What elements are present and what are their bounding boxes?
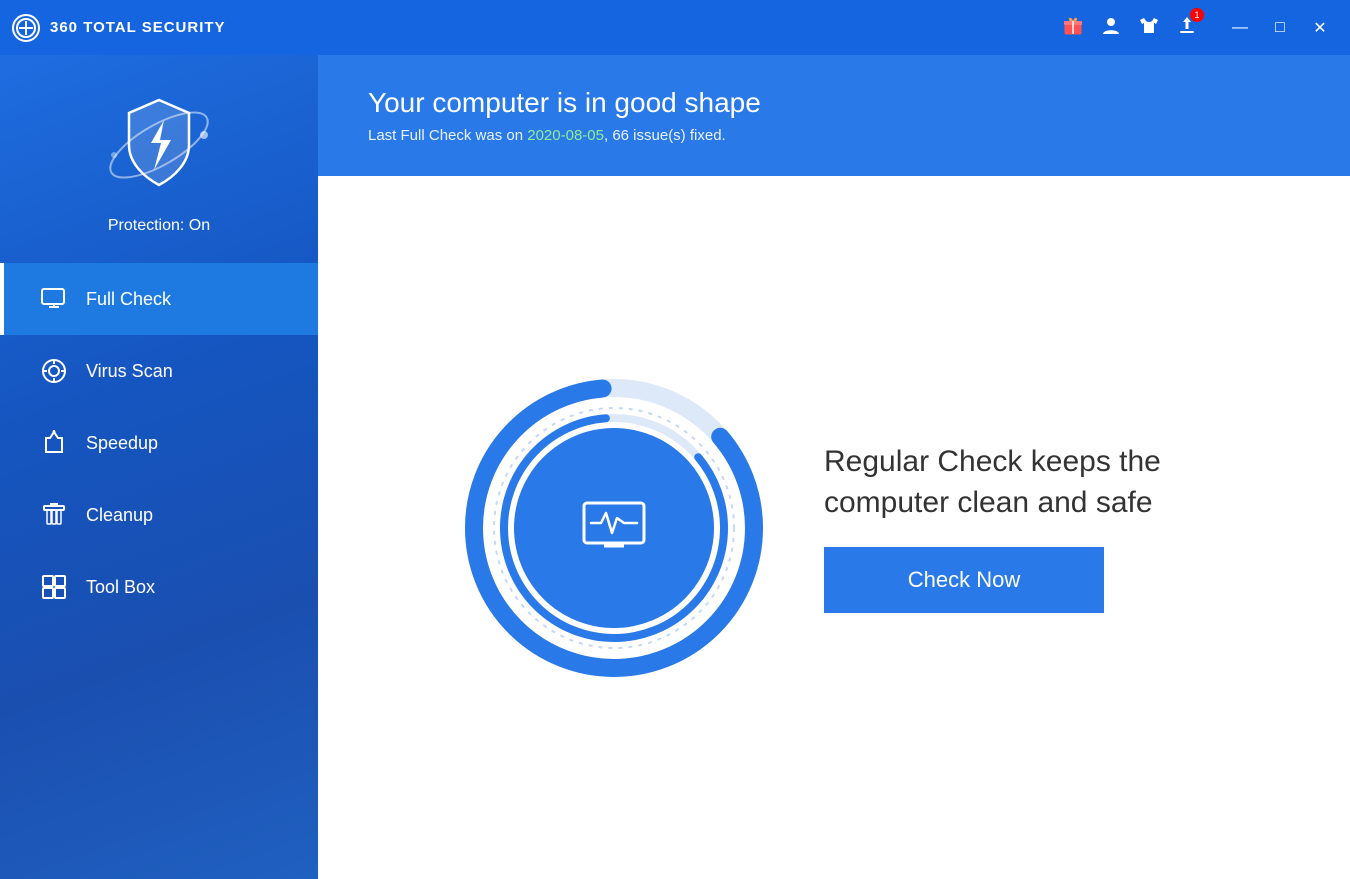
virus-scan-icon: [40, 357, 68, 385]
nav-label-speedup: Speedup: [86, 433, 158, 454]
cta-area: Regular Check keeps the computer clean a…: [824, 442, 1204, 613]
nav-label-tool-box: Tool Box: [86, 577, 155, 598]
check-now-button[interactable]: Check Now: [824, 547, 1104, 613]
upload-icon[interactable]: 1: [1176, 14, 1198, 41]
minimize-button[interactable]: —: [1222, 10, 1258, 46]
nav-label-full-check: Full Check: [86, 289, 171, 310]
nav-item-cleanup[interactable]: Cleanup: [0, 479, 318, 551]
toolbox-icon: [40, 573, 68, 601]
cta-title: Regular Check keeps the computer clean a…: [824, 442, 1204, 523]
app-title-area: 360 TOTAL SECURITY: [12, 14, 226, 42]
nav-item-speedup[interactable]: Speedup: [0, 407, 318, 479]
nav-list: Full Check Virus Scan: [0, 263, 318, 623]
shield-logo: [99, 85, 219, 205]
header-subtitle-prefix: Last Full Check was on: [368, 127, 527, 144]
speedup-icon: [40, 429, 68, 457]
nav-item-full-check[interactable]: Full Check: [0, 263, 318, 335]
close-button[interactable]: ✕: [1302, 10, 1338, 46]
nav-item-virus-scan[interactable]: Virus Scan: [0, 335, 318, 407]
upload-badge: 1: [1190, 8, 1204, 22]
main-content: Regular Check keeps the computer clean a…: [318, 176, 1350, 879]
protection-status: Protection: On: [108, 217, 210, 235]
main-layout: Protection: On Full Check: [0, 55, 1350, 879]
header-subtitle: Last Full Check was on 2020-08-05, 66 is…: [368, 127, 1300, 144]
header-title: Your computer is in good shape: [368, 87, 1300, 119]
shirt-icon[interactable]: [1138, 14, 1160, 41]
app-logo: [12, 14, 40, 42]
user-icon[interactable]: [1100, 14, 1122, 41]
gift-icon[interactable]: [1062, 14, 1084, 41]
full-check-icon: [40, 285, 68, 313]
title-bar: 360 TOTAL SECURITY: [0, 0, 1350, 55]
header-date: 2020-08-05: [527, 127, 604, 144]
sidebar: Protection: On Full Check: [0, 55, 318, 879]
header-banner: Your computer is in good shape Last Full…: [318, 55, 1350, 176]
header-subtitle-suffix: , 66 issue(s) fixed.: [604, 127, 726, 144]
title-bar-actions: 1 — □ ✕: [1062, 10, 1338, 46]
nav-label-virus-scan: Virus Scan: [86, 361, 173, 382]
content-area: Your computer is in good shape Last Full…: [318, 55, 1350, 879]
app-title: 360 TOTAL SECURITY: [50, 19, 226, 36]
window-controls: — □ ✕: [1222, 10, 1338, 46]
nav-label-cleanup: Cleanup: [86, 505, 153, 526]
nav-item-tool-box[interactable]: Tool Box: [0, 551, 318, 623]
cleanup-icon: [40, 501, 68, 529]
maximize-button[interactable]: □: [1262, 10, 1298, 46]
chart-center: [514, 428, 714, 628]
check-chart: [464, 378, 764, 678]
